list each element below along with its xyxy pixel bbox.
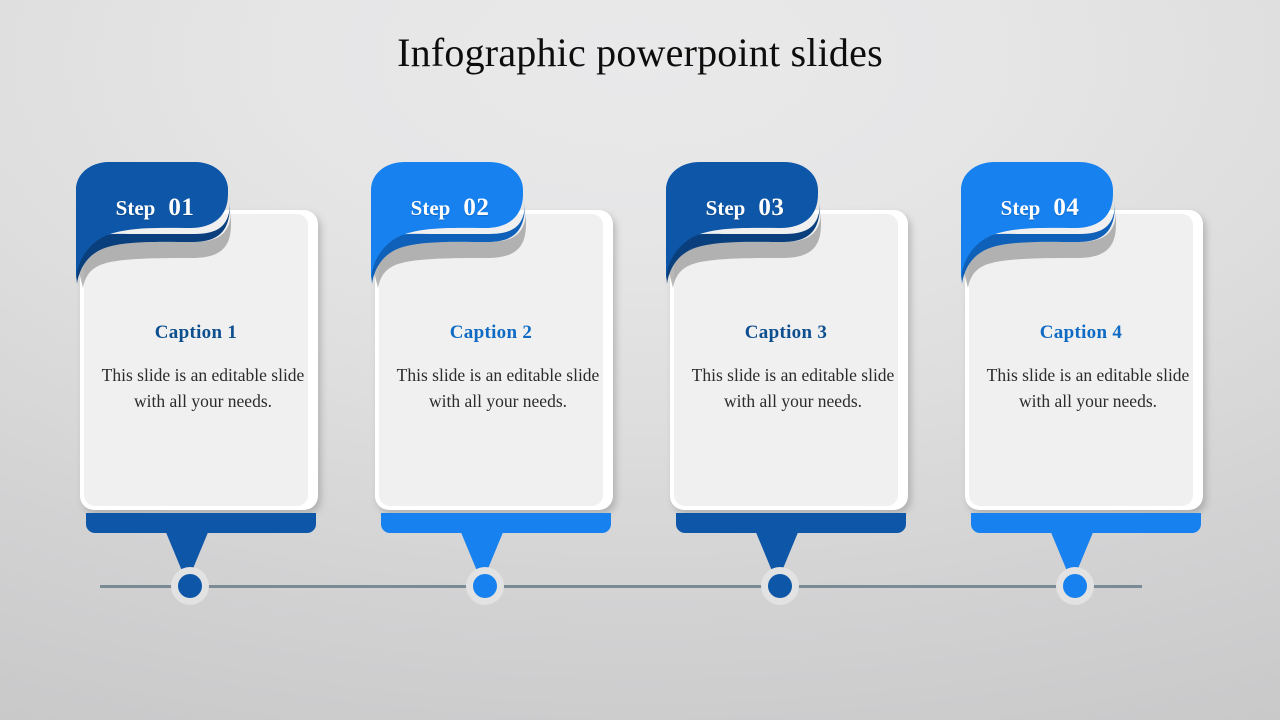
timeline-node-dot-2 <box>473 574 497 598</box>
card-caption-1: Caption 1 <box>154 322 238 343</box>
timeline-node-dot-3 <box>768 574 792 598</box>
timeline-node-2[interactable] <box>466 567 504 605</box>
card-caption-2: Caption 2 <box>449 322 533 343</box>
step-word-3: Step <box>705 196 746 220</box>
card-body-2: This slide is an editable slide with all… <box>396 365 600 411</box>
step-badge-label-1: Step 01 <box>72 194 238 222</box>
step-badge-2[interactable]: Step 02 <box>367 160 537 288</box>
step-card-3[interactable]: Caption 3 This slide is an editable slid… <box>662 160 914 610</box>
step-number-1: 01 <box>168 194 195 221</box>
step-number-3: 03 <box>758 194 785 221</box>
card-body-4: This slide is an editable slide with all… <box>986 365 1190 411</box>
step-word-2: Step <box>410 196 451 220</box>
card-body-3: This slide is an editable slide with all… <box>691 365 895 411</box>
step-badge-4[interactable]: Step 04 <box>957 160 1127 288</box>
step-number-2: 02 <box>463 194 490 221</box>
badge-shape-icon <box>666 162 821 288</box>
step-number-4: 04 <box>1053 194 1080 221</box>
step-card-4[interactable]: Caption 4 This slide is an editable slid… <box>957 160 1209 610</box>
badge-shape-icon <box>371 162 526 288</box>
step-badge-label-4: Step 04 <box>957 194 1123 222</box>
timeline-node-dot-4 <box>1063 574 1087 598</box>
step-card-1[interactable]: Caption 1 This slide is an editable slid… <box>72 160 324 610</box>
badge-shape-icon <box>76 162 231 288</box>
step-badge-3[interactable]: Step 03 <box>662 160 832 288</box>
card-caption-4: Caption 4 <box>1039 322 1123 343</box>
step-badge-label-2: Step 02 <box>367 194 533 222</box>
card-caption-3: Caption 3 <box>744 322 828 343</box>
step-badge-1[interactable]: Step 01 <box>72 160 242 288</box>
timeline-node-3[interactable] <box>761 567 799 605</box>
timeline-node-dot-1 <box>178 574 202 598</box>
page-title: Infographic powerpoint slides <box>397 30 883 75</box>
slide-canvas: Infographic powerpoint slides Caption 1 … <box>0 0 1280 720</box>
card-body-1: This slide is an editable slide with all… <box>101 365 305 411</box>
badge-shape-icon <box>961 162 1116 288</box>
step-word-1: Step <box>115 196 156 220</box>
timeline-node-4[interactable] <box>1056 567 1094 605</box>
step-word-4: Step <box>1000 196 1041 220</box>
step-card-2[interactable]: Caption 2 This slide is an editable slid… <box>367 160 619 610</box>
step-badge-label-3: Step 03 <box>662 194 828 222</box>
timeline-node-1[interactable] <box>171 567 209 605</box>
